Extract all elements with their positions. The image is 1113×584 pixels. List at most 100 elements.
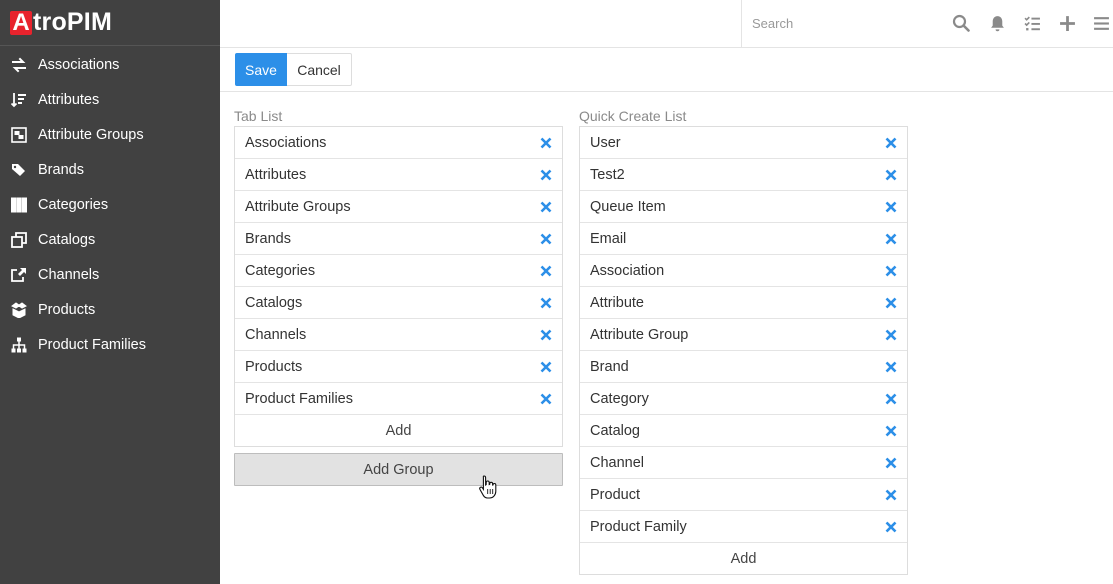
- sidebar-item-products[interactable]: Products: [0, 292, 220, 327]
- list-item-label: Catalogs: [245, 294, 303, 311]
- sidebar-item-categories[interactable]: Categories: [0, 187, 220, 222]
- list-item-label: Association: [590, 262, 665, 279]
- remove-icon[interactable]: [540, 233, 552, 245]
- sidebar-item-catalogs[interactable]: Catalogs: [0, 222, 220, 257]
- logo-text: troPIM: [33, 8, 112, 36]
- global-search: [741, 0, 980, 47]
- sidebar-item-attribute-groups[interactable]: Attribute Groups: [0, 117, 220, 152]
- list-item[interactable]: Product Family: [580, 511, 907, 543]
- quick-create-list-panel: Quick Create List User Test2 Queue Item Ema…: [579, 106, 908, 575]
- list-item-label: Channel: [590, 454, 645, 471]
- save-button[interactable]: Save: [235, 53, 287, 86]
- quick-create-list: User Test2 Queue Item Email Association Attri…: [579, 126, 908, 575]
- remove-icon[interactable]: [540, 297, 552, 309]
- remove-icon[interactable]: [540, 265, 552, 277]
- list-item[interactable]: Attribute Groups: [235, 191, 562, 223]
- list-item-label: Attributes: [245, 166, 307, 183]
- list-item-label: Queue Item: [590, 198, 666, 215]
- list-item[interactable]: Catalogs: [235, 287, 562, 319]
- remove-icon[interactable]: [540, 201, 552, 213]
- sidebar-item-label: Product Families: [38, 336, 146, 353]
- remove-icon[interactable]: [540, 169, 552, 181]
- list-item-label: Email: [590, 230, 627, 247]
- list-item[interactable]: Channels: [235, 319, 562, 351]
- list-item[interactable]: Email: [580, 223, 907, 255]
- sidebar-item-product-families[interactable]: Product Families: [0, 327, 220, 362]
- remove-icon[interactable]: [885, 233, 897, 245]
- remove-icon[interactable]: [540, 361, 552, 373]
- remove-icon[interactable]: [885, 329, 897, 341]
- exchange-icon: [10, 56, 28, 74]
- list-item-label: Brand: [590, 358, 629, 375]
- remove-icon[interactable]: [540, 329, 552, 341]
- remove-icon[interactable]: [885, 425, 897, 437]
- sidebar-item-brands[interactable]: Brands: [0, 152, 220, 187]
- sidebar-item-associations[interactable]: Associations: [0, 47, 220, 82]
- sidebar-item-label: Catalogs: [38, 231, 96, 248]
- list-item[interactable]: Product: [580, 479, 907, 511]
- list-item[interactable]: Attribute: [580, 287, 907, 319]
- cancel-button[interactable]: Cancel: [287, 53, 352, 86]
- remove-icon[interactable]: [540, 393, 552, 405]
- remove-icon[interactable]: [885, 489, 897, 501]
- app-logo[interactable]: AtroPIM: [0, 0, 220, 46]
- list-item-label: Test2: [590, 166, 625, 183]
- sidebar-item-attributes[interactable]: Attributes: [0, 82, 220, 117]
- list-item[interactable]: Category: [580, 383, 907, 415]
- list-item[interactable]: User: [580, 127, 907, 159]
- menu-icon[interactable]: [1092, 14, 1110, 32]
- search-icon[interactable]: [952, 14, 970, 32]
- remove-icon[interactable]: [885, 169, 897, 181]
- list-item-label: Product: [590, 486, 640, 503]
- logo-letter: A: [10, 9, 32, 36]
- sidebar-item-label: Channels: [38, 266, 100, 283]
- remove-icon[interactable]: [885, 201, 897, 213]
- sidebar-item-label: Brands: [38, 161, 84, 178]
- list-item-label: Attribute Group: [590, 326, 689, 343]
- remove-icon[interactable]: [885, 361, 897, 373]
- list-item[interactable]: Queue Item: [580, 191, 907, 223]
- remove-icon[interactable]: [885, 457, 897, 469]
- list-item-label: Products: [245, 358, 303, 375]
- tasks-icon[interactable]: [1023, 14, 1041, 32]
- remove-icon[interactable]: [885, 521, 897, 533]
- list-item[interactable]: Attribute Group: [580, 319, 907, 351]
- plus-icon[interactable]: [1058, 14, 1076, 32]
- add-button[interactable]: Add: [580, 543, 907, 574]
- list-item[interactable]: Catalog: [580, 415, 907, 447]
- list-item-label: Brands: [245, 230, 291, 247]
- list-item-label: Product Family: [590, 518, 687, 535]
- list-item[interactable]: Brands: [235, 223, 562, 255]
- remove-icon[interactable]: [885, 265, 897, 277]
- list-item[interactable]: Brand: [580, 351, 907, 383]
- add-group-button[interactable]: Add Group: [234, 453, 563, 486]
- list-item[interactable]: Channel: [580, 447, 907, 479]
- sidebar-item-label: Attributes: [38, 91, 100, 108]
- sidebar-item-label: Categories: [38, 196, 109, 213]
- sidebar: AtroPIM Associations Attributes Attribut…: [0, 0, 220, 584]
- sidebar-item-channels[interactable]: Channels: [0, 257, 220, 292]
- remove-icon[interactable]: [540, 137, 552, 149]
- search-input[interactable]: [752, 8, 942, 39]
- list-item[interactable]: Associations: [235, 127, 562, 159]
- sidebar-item-label: Attribute Groups: [38, 126, 144, 143]
- hand-cursor-icon: [479, 475, 497, 499]
- bell-icon[interactable]: [988, 14, 1006, 32]
- list-item-label: Attribute Groups: [245, 198, 351, 215]
- list-item[interactable]: Categories: [235, 255, 562, 287]
- list-item[interactable]: Product Families: [235, 383, 562, 415]
- remove-icon[interactable]: [885, 393, 897, 405]
- list-item-label: Catalog: [590, 422, 640, 439]
- list-item-label: User: [590, 134, 621, 151]
- sitemap-icon: [10, 336, 28, 354]
- list-item[interactable]: Products: [235, 351, 562, 383]
- remove-icon[interactable]: [885, 297, 897, 309]
- box-open-icon: [10, 301, 28, 319]
- add-button[interactable]: Add: [235, 415, 562, 446]
- list-item[interactable]: Attributes: [235, 159, 562, 191]
- tab-list-label: Tab List: [234, 108, 283, 124]
- list-item[interactable]: Test2: [580, 159, 907, 191]
- tab-list: Associations Attributes Attribute Groups Br…: [234, 126, 563, 447]
- list-item[interactable]: Association: [580, 255, 907, 287]
- remove-icon[interactable]: [885, 137, 897, 149]
